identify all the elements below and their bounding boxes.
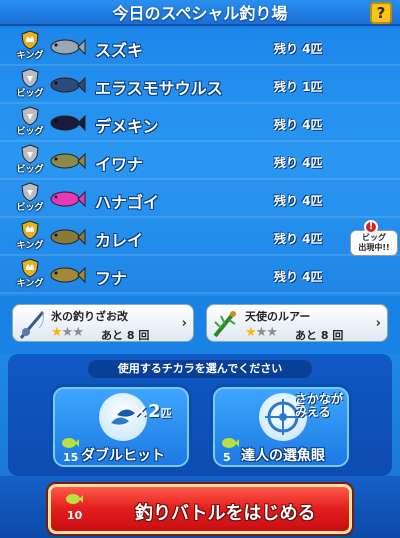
crown-shield-icon [21,30,39,50]
shield-icon [21,68,39,88]
double-hit-multiplier: ×2 [133,401,161,422]
equipment-bar: 氷の釣りざお改 ★★★ あと 8 回 › 天使のルアー ★★★ あと 8 回 › [0,296,400,354]
fish-name: カレイ [95,231,144,250]
alert-line2: 出現中!! [358,243,390,252]
king-rank-badge: キング [14,220,46,254]
star-icon: ★ [61,325,74,340]
star-icon: ★ [51,325,63,340]
fish-remaining-count: 残り 4匹 [274,156,323,170]
double-hit-label: ダブルヒット [81,448,165,464]
fish-name: エラスモサウルス [95,79,223,98]
help-button[interactable]: ? [370,2,392,24]
alert-bubble: ビッグ 出現中!! [350,230,398,256]
chevron-right-icon: › [375,316,381,331]
fish-name: デメキン [95,117,159,136]
star-icon: ★ [72,325,84,340]
elasmosaurus-icon [50,76,86,94]
fish-visible-mark: さかなが みえる [295,393,343,419]
lure-icon [213,311,236,338]
fish-remaining-count: 残り 4匹 [274,118,323,132]
fish-row: ビッグ ハナゴイ 残り 4匹 [0,180,400,218]
chevron-right-icon: › [181,316,187,331]
fish-name: ハナゴイ [95,193,160,212]
crown-shield-icon [21,258,39,278]
fishing-spot-screen: 今日のスペシャル釣り場 ? キング スズキ 残り 4匹 ビッグ エラスモサウルス 残り 1… [0,0,400,538]
double-hit-unit: 匹 [160,407,172,420]
rank-label: ビッグ [16,127,44,137]
item-rarity-stars: ★★★ [245,325,278,340]
funa-icon [50,266,86,284]
king-rank-badge: キング [14,30,46,64]
item-rarity-stars: ★★★ [51,325,84,340]
item-remaining-uses: あと 8 回 [101,329,150,342]
lure-item-card[interactable]: 天使のルアー ★★★ あと 8 回 › [206,304,388,342]
rank-label: ビッグ [16,165,44,175]
shield-icon [21,182,39,202]
star-icon: ★ [266,325,278,340]
fish-coin-icon [62,438,79,448]
page-title: 今日のスペシャル釣り場 [112,4,288,23]
fish-row: ビッグ イワナ 残り 4匹 [0,142,400,180]
alert-line1: ビッグ [362,233,386,242]
rank-label: キング [16,51,44,61]
rank-label: キング [16,241,44,251]
fish-name: フナ [95,269,128,288]
rod-item-card[interactable]: 氷の釣りざお改 ★★★ あと 8 回 › [12,304,194,342]
karei-icon [50,228,86,246]
fish-name: イワナ [95,155,144,174]
double-hit-mark: ×2匹 [133,401,172,422]
crown-shield-icon [21,220,39,240]
iwana-icon [50,152,86,170]
master-eye-cost: 5 [223,451,231,464]
hanagoi-icon [50,190,86,208]
alert-exclamation-icon: ! [364,220,378,234]
item-name: 天使のルアー [245,310,311,323]
shield-icon [21,106,39,126]
shield-icon [21,144,39,164]
star-icon: ★ [255,325,268,340]
master-eye-label: 達人の選魚眼 [241,448,325,464]
fish-remaining-count: 残り 4匹 [274,232,323,246]
item-remaining-uses: あと 8 回 [295,329,344,342]
fish-remaining-count: 残り 1匹 [274,80,323,94]
double-hit-button[interactable]: ×2匹 15 ダブルヒット [50,384,192,470]
item-name: 氷の釣りざお改 [51,310,128,323]
power-select-caption: 使用するチカラを選んでください [88,360,312,378]
big-rank-badge: ビッグ [14,68,46,102]
fish-row: ビッグ デメキン 残り 4匹 [0,104,400,142]
big-appearing-alert: ビッグ 出現中!! ! [346,220,400,258]
start-battle-button[interactable]: 10 釣りバトルをはじめる [48,484,352,534]
fish-coin-icon [222,438,239,448]
fish-row: キング スズキ 残り 4匹 [0,28,400,66]
big-rank-badge: ビッグ [14,182,46,216]
master-eye-button[interactable]: さかなが みえる 5 達人の選魚眼 [210,384,352,470]
fish-remaining-count: 残り 4匹 [274,270,323,284]
header-bar: 今日のスペシャル釣り場 ? [0,0,400,26]
fish-visible-line2: みえる [295,405,331,419]
fish-remaining-count: 残り 4匹 [274,42,323,56]
fish-row: キング カレイ 残り 4匹 [0,218,400,256]
big-rank-badge: ビッグ [14,144,46,178]
seabass-icon [50,38,86,56]
big-rank-badge: ビッグ [14,106,46,140]
fish-name: スズキ [95,41,144,60]
king-rank-badge: キング [14,258,46,292]
demekin-icon [50,114,86,132]
start-cost: 10 [67,509,83,522]
star-icon: ★ [245,325,257,340]
rank-label: ビッグ [16,89,44,99]
double-hit-cost: 15 [63,451,79,464]
fish-list: キング スズキ 残り 4匹 ビッグ エラスモサウルス 残り 1匹 ビッグ デメキン 残り 4匹ビ… [0,28,400,294]
start-battle-label: 釣りバトルをはじめる [135,503,316,524]
rank-label: キング [16,279,44,289]
fish-remaining-count: 残り 4匹 [274,194,323,208]
fish-row: ビッグ エラスモサウルス 残り 1匹 [0,66,400,104]
fishing-rod-icon [19,311,45,339]
rank-label: ビッグ [16,203,44,213]
fish-coin-icon [66,494,83,504]
fish-row: キング フナ 残り 4匹 [0,256,400,294]
